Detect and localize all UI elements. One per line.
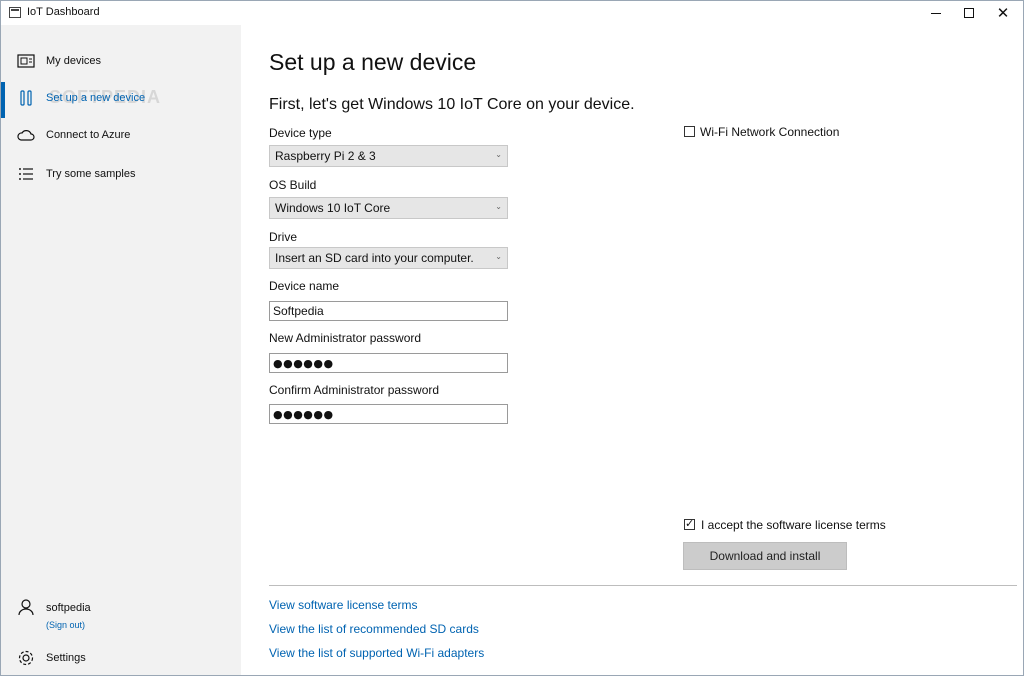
- sidebar-item-try-samples[interactable]: Try some samples: [1, 156, 241, 192]
- main-content: Set up a new device First, let's get Win…: [241, 25, 1023, 675]
- device-name-label: Device name: [269, 279, 340, 293]
- divider: [269, 585, 1017, 586]
- new-password-value: ●●●●●●: [273, 357, 334, 370]
- os-build-label: OS Build: [269, 178, 317, 192]
- settings-button[interactable]: Settings: [1, 645, 241, 673]
- sidebar: SOFTPEDIA My devices Set up a new device…: [1, 25, 241, 675]
- list-icon: [17, 166, 35, 182]
- device-name-input[interactable]: Softpedia: [269, 301, 508, 321]
- sidebar-item-label: Set up a new device: [46, 92, 146, 104]
- close-button[interactable]: ✕: [986, 1, 1020, 25]
- sign-out-link[interactable]: (Sign out): [46, 620, 85, 630]
- drive-select[interactable]: Insert an SD card into your computer. ⌄: [269, 247, 508, 269]
- sidebar-item-label: Try some samples: [46, 168, 136, 180]
- new-password-input[interactable]: ●●●●●●: [269, 353, 508, 373]
- sidebar-item-setup-device[interactable]: Set up a new device: [1, 80, 241, 118]
- device-type-value: Raspberry Pi 2 & 3: [275, 149, 376, 163]
- sidebar-item-my-devices[interactable]: My devices: [1, 43, 241, 79]
- sidebar-item-label: Connect to Azure: [46, 129, 131, 141]
- download-install-button[interactable]: Download and install: [683, 542, 847, 570]
- gear-icon: [17, 649, 35, 667]
- device-type-label: Device type: [269, 126, 332, 140]
- chevron-down-icon: ⌄: [495, 202, 502, 211]
- user-icon: [17, 598, 35, 616]
- license-terms-link[interactable]: View software license terms: [269, 598, 418, 612]
- device-type-select[interactable]: Raspberry Pi 2 & 3 ⌄: [269, 145, 508, 167]
- setup-icon: [17, 90, 35, 106]
- app-window: IoT Dashboard ✕ SOFTPEDIA My devices Set…: [0, 0, 1024, 676]
- device-name-value: Softpedia: [273, 304, 324, 318]
- os-build-select[interactable]: Windows 10 IoT Core ⌄: [269, 197, 508, 219]
- confirm-password-value: ●●●●●●: [273, 408, 334, 421]
- minimize-icon: [931, 12, 941, 14]
- app-icon: [9, 7, 21, 18]
- cloud-icon: [17, 127, 35, 143]
- os-build-value: Windows 10 IoT Core: [275, 201, 391, 215]
- sd-cards-link[interactable]: View the list of recommended SD cards: [269, 622, 479, 636]
- user-name: softpedia: [46, 602, 91, 614]
- sidebar-item-connect-azure[interactable]: Connect to Azure: [1, 117, 241, 153]
- close-icon: ✕: [996, 3, 1010, 22]
- page-subtitle: First, let's get Windows 10 IoT Core on …: [269, 96, 635, 113]
- drive-label: Drive: [269, 230, 298, 244]
- sidebar-item-label: My devices: [46, 55, 102, 67]
- maximize-icon: [964, 8, 974, 18]
- user-account: softpedia (Sign out): [1, 598, 241, 638]
- window-title: IoT Dashboard: [27, 6, 100, 18]
- chevron-down-icon: ⌄: [495, 150, 502, 159]
- settings-label: Settings: [46, 652, 86, 664]
- minimize-button[interactable]: [919, 1, 953, 25]
- page-title: Set up a new device: [269, 49, 477, 75]
- devices-icon: [17, 53, 35, 69]
- maximize-button[interactable]: [952, 1, 986, 25]
- new-password-label: New Administrator password: [269, 331, 422, 345]
- license-checkbox[interactable]: ✓: [684, 517, 695, 530]
- checkmark-icon: ✓: [685, 517, 695, 530]
- title-bar[interactable]: IoT Dashboard ✕: [1, 1, 1023, 25]
- wifi-label: Wi-Fi Network Connection: [700, 125, 840, 139]
- confirm-password-input[interactable]: ●●●●●●: [269, 404, 508, 424]
- drive-value: Insert an SD card into your computer.: [275, 251, 474, 265]
- license-label: I accept the software license terms: [701, 518, 886, 532]
- confirm-password-label: Confirm Administrator password: [269, 383, 440, 397]
- wifi-adapters-link[interactable]: View the list of supported Wi-Fi adapter…: [269, 646, 484, 660]
- chevron-down-icon: ⌄: [495, 252, 502, 261]
- wifi-checkbox[interactable]: [684, 126, 695, 137]
